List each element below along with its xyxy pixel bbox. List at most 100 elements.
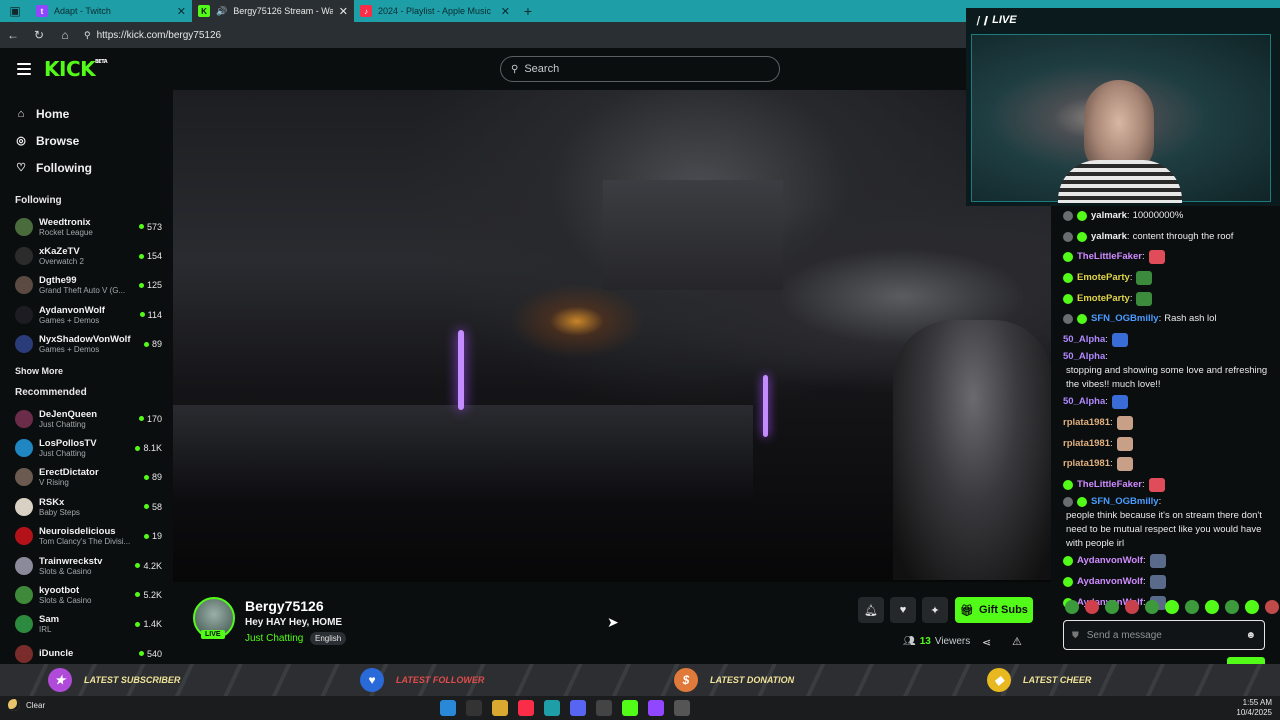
twitch-app-icon[interactable] [648, 700, 664, 716]
search-input[interactable]: ⚲ Search [500, 56, 780, 82]
show-more-link[interactable]: Show More [0, 359, 172, 383]
kick-app-icon[interactable] [622, 700, 638, 716]
sidebar-channel[interactable]: AydanvonWolf Games + Demos 114 [0, 300, 172, 329]
sidebar-channel[interactable]: Dgthe99 Grand Theft Auto V (G... 125 [0, 271, 172, 300]
browser-tab-twitch[interactable]: t Adapt - Twitch ✕ [30, 0, 192, 22]
notification-bell-button[interactable]: 🔔︎ [858, 597, 884, 623]
follow-button[interactable]: ♥ [890, 597, 916, 623]
chat-username[interactable]: EmoteParty [1077, 292, 1130, 306]
tab-close-icon[interactable]: ✕ [501, 5, 510, 18]
sidebar-channel[interactable]: Weedtronix Rocket League 573 [0, 212, 172, 241]
emote-icon[interactable] [1145, 600, 1159, 614]
video-player[interactable] [173, 90, 1051, 582]
emote-icon[interactable] [1185, 600, 1199, 614]
chat-username[interactable]: yalmark [1091, 230, 1127, 244]
chat-username[interactable]: AydanvonWolf [1077, 575, 1143, 589]
chat-username[interactable]: rplata1981 [1063, 457, 1110, 471]
chat-emote-icon [1116, 436, 1133, 451]
channel-name: RSKx [39, 496, 65, 508]
workspaces-icon[interactable]: ▣ [0, 0, 30, 22]
language-tag[interactable]: English [310, 632, 347, 645]
channel-name: NyxShadowVonWolf [39, 334, 131, 346]
emote-icon[interactable] [1105, 600, 1119, 614]
site-info-icon[interactable]: ⚲ [84, 30, 91, 41]
chat-text: content through the roof [1132, 230, 1234, 242]
chat-username[interactable]: SFN_OGBmilly [1091, 495, 1159, 509]
music-app-icon[interactable] [518, 700, 534, 716]
sidebar-channel[interactable]: iDuncle 540 [0, 639, 172, 666]
chat-username[interactable]: yalmark [1091, 209, 1127, 223]
menu-icon[interactable] [17, 63, 31, 75]
report-icon[interactable]: ⚠ [1012, 635, 1022, 648]
weather-widget[interactable]: Clear [8, 699, 45, 711]
sidebar-channel[interactable]: Neuroisdelicious Tom Clancy's The Divisi.… [0, 522, 172, 551]
chat-username[interactable]: 50_Alpha [1063, 350, 1105, 364]
chat-emote-icon [1116, 416, 1133, 431]
reload-icon[interactable]: ↻ [32, 28, 46, 42]
browser-tab-apple-music[interactable]: ♪ 2024 - Playlist - Apple Music ✕ [354, 0, 516, 22]
chat-username[interactable]: EmoteParty [1077, 271, 1130, 285]
url-field[interactable]: ⚲ https://kick.com/bergy75126 [84, 30, 221, 41]
emote-icon[interactable] [1125, 600, 1139, 614]
chat-username[interactable]: 50_Alpha [1063, 333, 1105, 347]
chat-username[interactable]: AydanvonWolf [1077, 554, 1143, 568]
sparkle-button[interactable]: ✦ [922, 597, 948, 623]
nav-following[interactable]: ♡ Following [15, 154, 172, 181]
chat-message-input[interactable]: ⛊ Send a message ☻ [1063, 620, 1265, 650]
emote-icon[interactable] [1065, 600, 1079, 614]
home-icon[interactable]: ⌂ [58, 28, 72, 42]
emote-icon[interactable] [1165, 600, 1179, 614]
chat-username[interactable]: TheLittleFaker [1077, 250, 1142, 264]
system-clock[interactable]: 1:55 AM 10/4/2025 [1236, 698, 1272, 718]
share-icon[interactable]: ⋖ [982, 636, 991, 649]
channel-category: IRL [39, 625, 52, 635]
chat-badge-icon [1063, 273, 1073, 284]
sidebar-channel[interactable]: LosPollosTV Just Chatting 8.1K [0, 433, 172, 462]
chat-username[interactable]: rplata1981 [1063, 437, 1110, 451]
kick-logo[interactable]: KICK BETA [44, 57, 108, 81]
chat-message: 50_Alpha: stopping and showing some love … [1051, 350, 1280, 392]
live-dot-icon [143, 504, 149, 510]
browser-tab-kick[interactable]: K 🔊 Bergy75126 Stream - Watch ✕ [192, 0, 354, 22]
sidebar-channel[interactable]: xKaZeTV Overwatch 2 154 [0, 241, 172, 270]
tab-close-icon[interactable]: ✕ [339, 5, 348, 18]
emote-icon[interactable] [1265, 600, 1279, 614]
streamer-name[interactable]: Bergy75126 [245, 598, 324, 614]
chat-username[interactable]: SFN_OGBmilly [1091, 312, 1159, 326]
speaker-icon[interactable]: 🔊 [216, 6, 227, 17]
back-icon[interactable]: ← [6, 28, 20, 42]
search-taskbar-icon[interactable] [466, 700, 482, 716]
compass-icon: ◎ [16, 135, 26, 147]
explorer-icon[interactable] [492, 700, 508, 716]
settings-app-icon[interactable] [674, 700, 690, 716]
sidebar-channel[interactable]: NyxShadowVonWolf Games + Demos 89 [0, 330, 172, 359]
sidebar-channel[interactable]: Trainwreckstv Slots & Casino 4.2K [0, 551, 172, 580]
channel-viewers: 114 [139, 310, 162, 320]
emote-icon[interactable] [1225, 600, 1239, 614]
chat-username[interactable]: TheLittleFaker [1077, 478, 1142, 492]
tab-close-icon[interactable]: ✕ [177, 5, 186, 18]
gift-subs-button[interactable]: 🎁︎ Gift Subs [955, 597, 1033, 623]
emote-icon[interactable] [1245, 600, 1259, 614]
sidebar-channel[interactable]: Sam IRL 1.4K [0, 610, 172, 639]
channel-category: Grand Theft Auto V (G... [39, 286, 126, 296]
start-icon[interactable] [440, 700, 456, 716]
emote-icon[interactable] [1205, 600, 1219, 614]
stream-category[interactable]: Just Chatting [245, 633, 303, 644]
sidebar-channel[interactable]: kyootbot Slots & Casino 5.2K [0, 580, 172, 609]
emote-icon[interactable] [1085, 600, 1099, 614]
sidebar-channel[interactable]: ErectDictator V Rising 89 [0, 463, 172, 492]
following-section-title: Following [15, 195, 62, 206]
chat-username[interactable]: 50_Alpha [1063, 395, 1105, 409]
obs-app-icon[interactable] [596, 700, 612, 716]
nav-browse[interactable]: ◎ Browse [15, 127, 172, 154]
emoji-icon[interactable]: ☻ [1245, 630, 1256, 641]
sidebar-channel[interactable]: DeJenQueen Just Chatting 170 [0, 404, 172, 433]
chat-username[interactable]: rplata1981 [1063, 416, 1110, 430]
browser-app-icon[interactable] [544, 700, 560, 716]
viewer-count: 👥︎ 13 Viewers [903, 636, 970, 647]
nav-home[interactable]: ⌂ Home [15, 100, 172, 127]
new-tab-icon[interactable]: + [516, 3, 540, 19]
discord-app-icon[interactable] [570, 700, 586, 716]
sidebar-channel[interactable]: RSKx Baby Steps 58 [0, 492, 172, 521]
